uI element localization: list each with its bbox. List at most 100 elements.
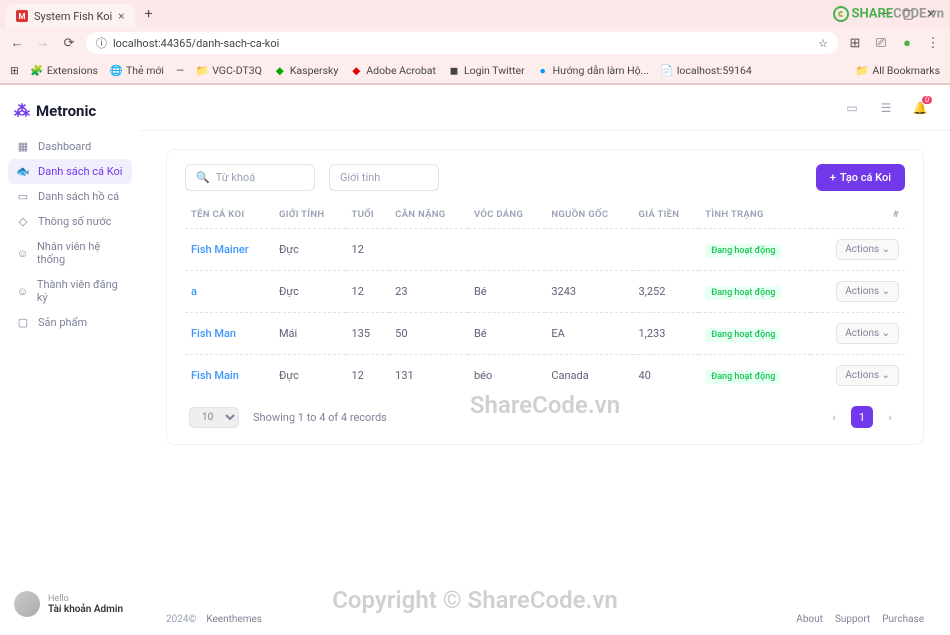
bookmark-localhost[interactable]: 📄localhost:59164 (661, 64, 752, 77)
th-age[interactable]: TUỔI (346, 201, 390, 229)
reload-icon[interactable]: ⟳ (60, 36, 78, 51)
back-icon[interactable]: ← (8, 35, 26, 51)
row-actions-button[interactable]: Actions ⌄ (836, 323, 899, 344)
bookmark-vgc[interactable]: 📁VGC-DT3Q (196, 64, 262, 77)
stack-icon[interactable]: ☰ (876, 98, 896, 118)
footer: 2024© Keenthemes About Support Purchase (140, 608, 950, 635)
next-page-button[interactable]: › (879, 406, 901, 428)
koi-name-link[interactable]: Fish Man (191, 327, 236, 340)
sidebar-item-products[interactable]: ▢Sản phẩm (8, 310, 132, 335)
chevron-down-icon: ⌄ (882, 370, 890, 381)
sidebar-item-dashboard[interactable]: ▦Dashboard (8, 134, 132, 159)
topbar: ▭ ☰ 🔔0 (140, 85, 950, 131)
th-actions: # (811, 201, 905, 229)
box-icon: ▢ (16, 316, 30, 329)
table-filters: 🔍 Từ khoá Giới tính + Tạo cá Koi (185, 164, 905, 191)
showing-text: Showing 1 to 4 of 4 records (253, 411, 387, 424)
browser-tab[interactable]: M System Fish Koi × (6, 4, 135, 28)
koi-name-link[interactable]: a (191, 285, 197, 298)
tab-title: System Fish Koi (34, 10, 112, 23)
th-sex[interactable]: GIỚI TÍNH (273, 201, 346, 229)
users-icon: ☺ (16, 285, 29, 298)
plus-icon: + (830, 171, 836, 184)
sidebar-item-water[interactable]: ◇Thông số nước (8, 209, 132, 234)
sidebar-item-koi-list[interactable]: 🐟Danh sách cá Koi (8, 159, 132, 184)
row-actions-button[interactable]: Actions ⌄ (836, 281, 899, 302)
create-koi-button[interactable]: + Tạo cá Koi (816, 164, 905, 191)
user-hello: Hello (48, 594, 123, 604)
status-badge: Đang hoạt động (705, 286, 781, 300)
tab-bar: M System Fish Koi × + — ▢ ✕ (0, 0, 950, 28)
menu-icon[interactable]: ⋮ (924, 36, 942, 51)
url-text: localhost:44365/danh-sach-ca-koi (113, 37, 279, 50)
table-row: Fish MainerĐực12Đang hoạt độngActions ⌄ (185, 229, 905, 271)
prev-page-button[interactable]: ‹ (823, 406, 845, 428)
koi-name-link[interactable]: Fish Mainer (191, 243, 249, 256)
sidebar-item-pond-list[interactable]: ▭Danh sách hồ cá (8, 184, 132, 209)
pond-icon: ▭ (16, 190, 30, 203)
close-tab-icon[interactable]: × (118, 9, 124, 23)
all-bookmarks[interactable]: 📁All Bookmarks (856, 64, 940, 77)
page-size-select[interactable]: 10 (189, 407, 239, 428)
fish-icon: 🐟 (16, 165, 30, 178)
logo[interactable]: ⁂ Metronic (8, 97, 132, 134)
new-tab-button[interactable]: + (139, 4, 159, 24)
user-icon: ☺ (16, 247, 29, 260)
bookmark-guide[interactable]: ●Hướng dẫn làm Hộ... (537, 64, 649, 77)
sharecode-watermark-logo: SHARECODE.vn (833, 6, 944, 22)
status-badge: Đang hoạt động (705, 244, 781, 258)
main: ▭ ☰ 🔔0 🔍 Từ khoá Giới tính + Tạo cá Koi (140, 85, 950, 635)
bookmark-themoi[interactable]: 🌐Thẻ mới (110, 64, 164, 77)
footer-year: 2024© (166, 614, 196, 625)
footer-support[interactable]: Support (835, 614, 870, 625)
nav-bar: ← → ⟳ ⓘ localhost:44365/danh-sach-ca-koi… (0, 28, 950, 58)
star-icon[interactable]: ☆ (818, 37, 828, 50)
footer-purchase[interactable]: Purchase (882, 614, 924, 625)
logo-text: Metronic (36, 102, 96, 120)
extensions-icon[interactable]: ⊞ (846, 36, 864, 51)
content: 🔍 Từ khoá Giới tính + Tạo cá Koi TÊN CÁ (140, 131, 950, 608)
search-input[interactable]: 🔍 Từ khoá (185, 164, 315, 191)
current-user[interactable]: Hello Tài khoản Admin (8, 585, 132, 623)
th-weight[interactable]: CÂN NẶNG (389, 201, 468, 229)
bookmark-acrobat[interactable]: ◆Adobe Acrobat (350, 64, 436, 77)
url-bar[interactable]: ⓘ localhost:44365/danh-sach-ca-koi ☆ (86, 32, 838, 54)
bookmark-divider: — (176, 64, 184, 77)
th-name[interactable]: TÊN CÁ KOI (185, 201, 273, 229)
sidebar-item-staff[interactable]: ☺Nhân viên hệ thống (8, 234, 132, 272)
bookmark-twitter[interactable]: ◼Login Twitter (448, 64, 525, 77)
th-price[interactable]: GIÁ TIỀN (633, 201, 700, 229)
gender-select[interactable]: Giới tính (329, 164, 439, 191)
page-1-button[interactable]: 1 (851, 406, 873, 428)
row-actions-button[interactable]: Actions ⌄ (836, 365, 899, 386)
koi-table: TÊN CÁ KOI GIỚI TÍNH TUỔI CÂN NẶNG VÓC D… (185, 201, 905, 396)
bookmarks-bar: ⊞ 🧩Extensions 🌐Thẻ mới — 📁VGC-DT3Q ◆Kasp… (0, 58, 950, 84)
profile-icon[interactable]: ● (898, 35, 916, 51)
toggle-icon[interactable]: ⎚ (872, 36, 890, 51)
th-status[interactable]: TÌNH TRẠNG (699, 201, 810, 229)
search-placeholder: Từ khoá (216, 171, 255, 184)
table-row: aĐực1223Bé32433,252Đang hoạt độngActions… (185, 271, 905, 313)
th-origin[interactable]: NGUỒN GỐC (545, 201, 632, 229)
koi-table-card: 🔍 Từ khoá Giới tính + Tạo cá Koi TÊN CÁ (166, 149, 924, 445)
water-icon: ◇ (16, 215, 30, 228)
user-name: Tài khoản Admin (48, 604, 123, 615)
notif-badge: 0 (922, 96, 932, 104)
chevron-down-icon: ⌄ (882, 286, 890, 297)
footer-about[interactable]: About (796, 614, 823, 625)
th-shape[interactable]: VÓC DÁNG (468, 201, 545, 229)
row-actions-button[interactable]: Actions ⌄ (836, 239, 899, 260)
calendar-icon[interactable]: ▭ (842, 98, 862, 118)
bookmark-extensions[interactable]: 🧩Extensions (31, 64, 98, 77)
chevron-down-icon: ⌄ (882, 244, 890, 255)
bell-icon[interactable]: 🔔0 (910, 98, 930, 118)
bookmark-kaspersky[interactable]: ◆Kaspersky (274, 64, 338, 77)
sidebar-item-members[interactable]: ☺Thành viên đăng ký (8, 272, 132, 310)
koi-name-link[interactable]: Fish Main (191, 369, 239, 382)
search-icon: 🔍 (196, 171, 210, 184)
footer-vendor[interactable]: Keenthemes (206, 614, 262, 625)
app: ⁂ Metronic ▦Dashboard 🐟Danh sách cá Koi … (0, 85, 950, 635)
forward-icon[interactable]: → (34, 35, 52, 51)
apps-icon[interactable]: ⊞ (10, 64, 19, 77)
site-info-icon[interactable]: ⓘ (96, 35, 107, 51)
